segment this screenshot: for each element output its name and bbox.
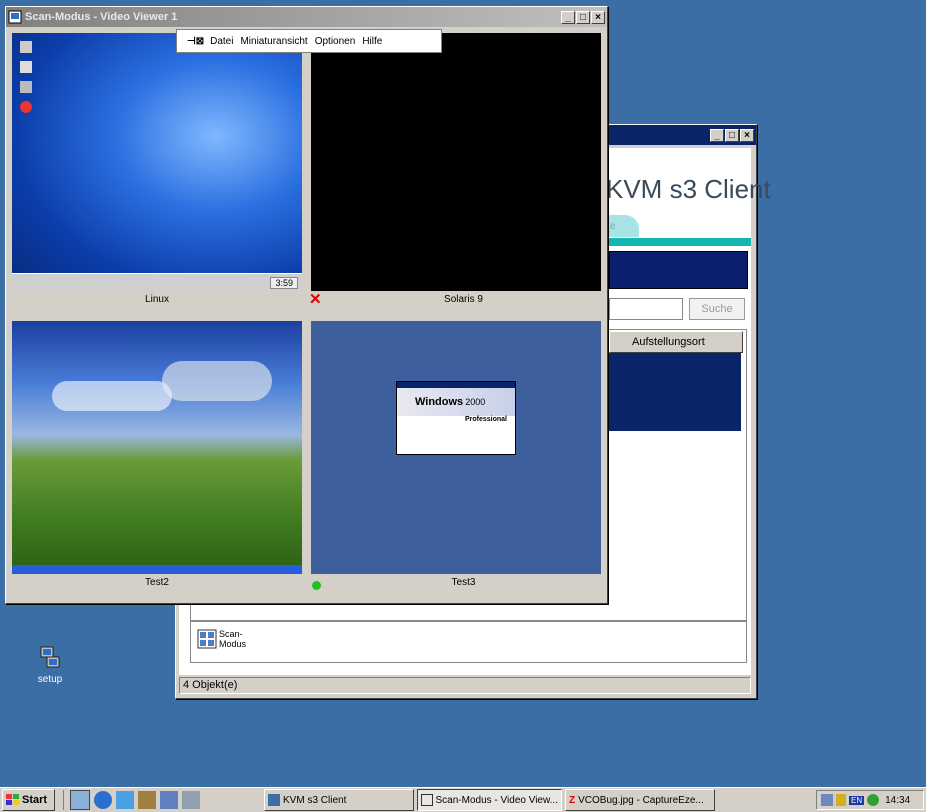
win2000-splash: Windows 2000 Professional <box>396 381 516 455</box>
task-captureeze[interactable]: Z VCOBug.jpg - CaptureEze... <box>565 789 715 811</box>
column-header-label: Aufstellungsort <box>632 336 705 348</box>
minimize-icon[interactable]: _ <box>710 128 724 142</box>
network-tray-icon[interactable] <box>821 794 833 806</box>
captureeze-icon: Z <box>569 794 576 806</box>
monitor-icon[interactable] <box>182 791 200 809</box>
error-status-icon: ✕ <box>309 291 322 308</box>
menu-hilfe[interactable]: Hilfe <box>362 36 382 47</box>
task-kvm-label: KVM s3 Client <box>283 794 347 806</box>
clock: 14:34 <box>885 794 911 806</box>
thumbnail-linux[interactable]: 3:59 <box>12 33 302 291</box>
network-icon[interactable] <box>138 791 156 809</box>
status-text: 4 Objekt(e) <box>183 679 238 691</box>
windows-logo-icon <box>6 794 19 805</box>
thumbnail-solaris[interactable] <box>311 33 601 291</box>
language-indicator[interactable]: EN <box>849 795 865 805</box>
scan-mode-item[interactable]: Scan- Modus <box>197 629 246 649</box>
system-tray: EN 14:34 <box>816 790 924 810</box>
win2000-version: 2000 <box>465 397 486 407</box>
linux-panel: 3:59 <box>12 273 302 291</box>
kvm-list-selection[interactable] <box>609 353 741 431</box>
start-label: Start <box>22 794 48 806</box>
video-viewer-window: Scan-Modus - Video Viewer 1 _ □ × ⊣⊠ Dat… <box>5 6 608 604</box>
menu-optionen[interactable]: Optionen <box>315 36 356 47</box>
viewer-task-icon <box>421 794 433 806</box>
kvm-navy-band <box>609 251 748 289</box>
kvm-brand-title: KVM s3 Client <box>606 174 771 204</box>
desktop-icon-setup[interactable]: setup <box>30 645 70 685</box>
linux-clock: 3:59 <box>270 277 298 289</box>
minimize-icon[interactable]: _ <box>561 10 575 24</box>
setup-icon <box>40 646 60 668</box>
task-captureeze-label: VCOBug.jpg - CaptureEze... <box>578 794 704 806</box>
linux-desktop-icons <box>20 41 34 113</box>
task-viewer-label: Scan-Modus - Video View... <box>435 794 558 806</box>
task-scan-viewer[interactable]: Scan-Modus - Video View... <box>417 789 562 811</box>
scan-mode-label: Scan- Modus <box>219 629 247 649</box>
menu-datei[interactable]: Datei <box>210 36 233 47</box>
show-desktop-icon[interactable] <box>70 790 90 810</box>
messenger-tray-icon[interactable] <box>867 794 880 806</box>
start-button[interactable]: Start <box>2 789 55 811</box>
kvm-bottom-panel <box>190 621 747 663</box>
internet-explorer-icon[interactable] <box>94 791 112 809</box>
caption-test2: Test2 <box>12 574 302 592</box>
kvm-teal-band <box>609 238 751 246</box>
maximize-icon[interactable]: □ <box>576 10 590 24</box>
caption-solaris: Solaris 9 <box>444 294 483 305</box>
test2-taskbar <box>12 565 302 574</box>
kvm-task-icon <box>268 794 280 806</box>
outlook-icon[interactable] <box>116 791 134 809</box>
search-icon[interactable] <box>160 791 178 809</box>
thumbnail-test3[interactable]: Windows 2000 Professional <box>311 321 601 574</box>
close-icon[interactable]: × <box>591 10 605 24</box>
win2000-brand: Windows <box>415 396 464 408</box>
close-icon[interactable]: × <box>740 128 754 142</box>
kvm-column-header[interactable]: Aufstellungsort <box>609 331 743 353</box>
volume-tray-icon[interactable] <box>836 794 846 806</box>
viewer-title: Scan-Modus - Video Viewer 1 <box>25 11 178 23</box>
kvm-search-input[interactable] <box>609 298 683 320</box>
app-icon <box>8 10 22 24</box>
kvm-tab-fragment[interactable]: e <box>610 221 616 232</box>
thumbnail-test2[interactable] <box>12 321 302 574</box>
ok-status-icon <box>312 581 321 590</box>
scan-mode-icon <box>197 629 217 649</box>
menu-miniaturansicht[interactable]: Miniaturansicht <box>240 36 307 47</box>
setup-label: setup <box>37 674 63 685</box>
maximize-icon[interactable]: □ <box>725 128 739 142</box>
viewer-menubar: ⊣⊠ Datei Miniaturansicht Optionen Hilfe <box>176 29 442 53</box>
caption-test3: Test3 <box>451 577 476 588</box>
kvm-statusbar: 4 Objekt(e) <box>179 677 751 694</box>
taskbar: Start KVM s3 Client Scan-Modus - Video V… <box>0 787 926 812</box>
task-kvm-client[interactable]: KVM s3 Client <box>264 789 414 811</box>
pin-icon[interactable]: ⊣⊠ <box>187 36 204 47</box>
caption-linux: Linux <box>12 291 302 309</box>
viewer-titlebar: Scan-Modus - Video Viewer 1 _ □ × <box>6 7 607 27</box>
quick-launch <box>63 790 258 810</box>
kvm-search-button[interactable]: Suche <box>689 298 745 320</box>
win2000-edition: Professional <box>464 416 507 423</box>
